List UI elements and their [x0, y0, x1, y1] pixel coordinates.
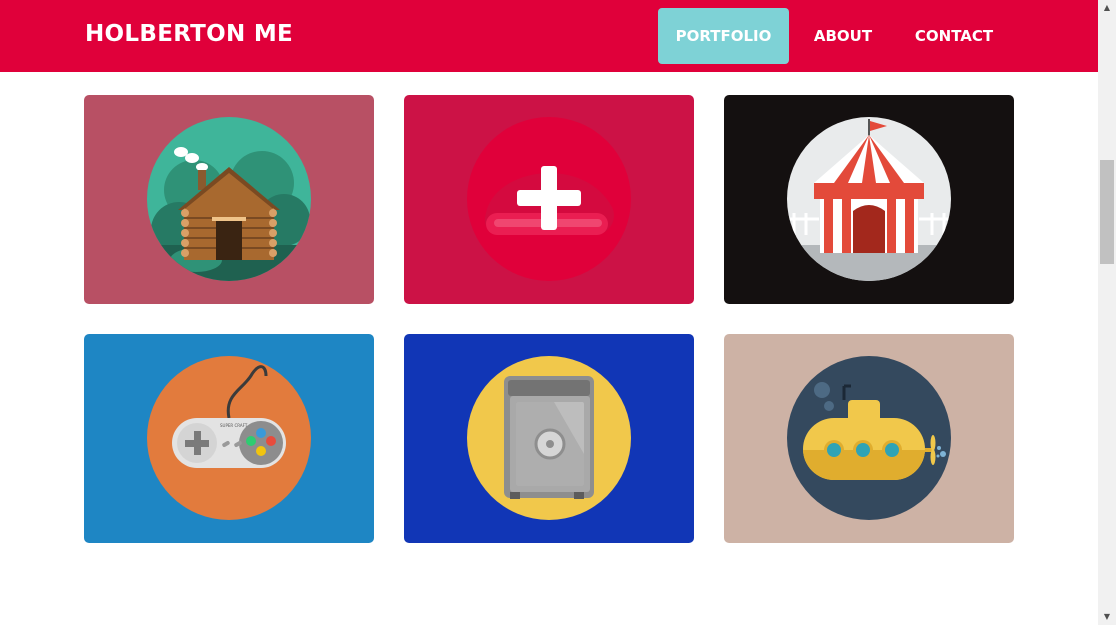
log-cabin-icon [147, 117, 311, 281]
portfolio-card-skateboard[interactable] [404, 95, 694, 304]
portfolio-card-submarine[interactable] [724, 334, 1014, 543]
game-controller-icon: SUPER CRAFT [147, 356, 311, 520]
circus-tent-icon [787, 117, 951, 281]
scroll-down-arrow-icon[interactable]: ▼ [1098, 609, 1116, 625]
nav-about[interactable]: ABOUT [800, 8, 886, 64]
nav-contact[interactable]: CONTACT [900, 8, 1008, 64]
skateboard-plus-icon [467, 117, 631, 281]
scroll-up-arrow-icon[interactable]: ▲ [1098, 0, 1116, 16]
site-header: HOLBERTON ME PORTFOLIO ABOUT CONTACT [0, 0, 1098, 72]
portfolio-card-safe[interactable] [404, 334, 694, 543]
portfolio-card-circus[interactable] [724, 95, 1014, 304]
submarine-icon [787, 356, 951, 520]
controller-label: SUPER CRAFT [220, 423, 248, 428]
scrollbar-thumb[interactable] [1100, 160, 1114, 264]
portfolio-card-cabin[interactable] [84, 95, 374, 304]
vertical-scrollbar[interactable] [1098, 0, 1116, 625]
portfolio-card-controller[interactable]: SUPER CRAFT [84, 334, 374, 543]
site-title[interactable]: HOLBERTON ME [85, 21, 293, 47]
safe-icon [467, 356, 631, 520]
nav-portfolio[interactable]: PORTFOLIO [658, 8, 789, 64]
